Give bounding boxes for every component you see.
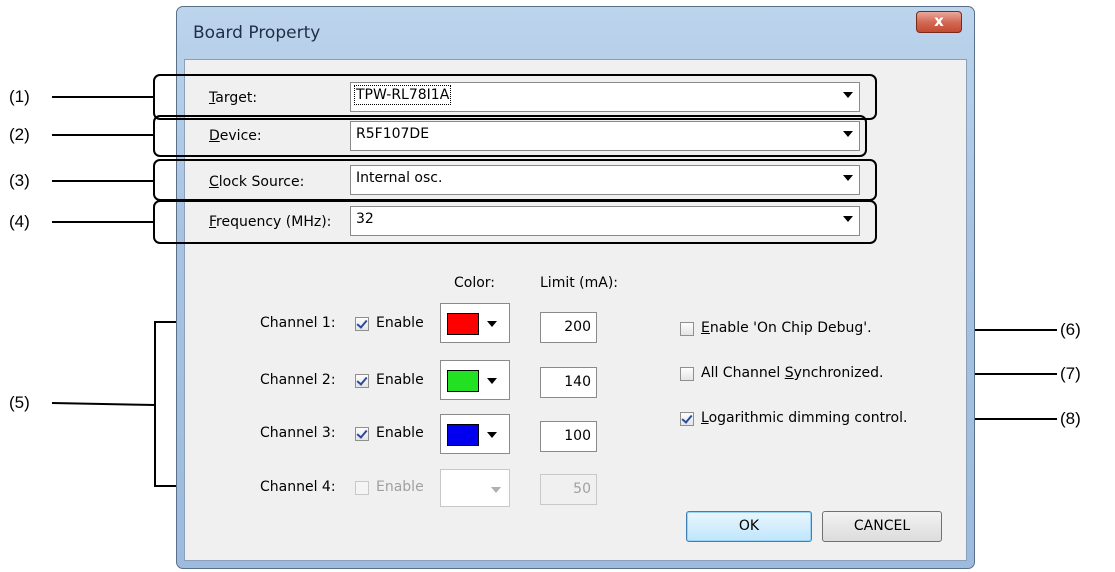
ok-button[interactable]: OK <box>686 511 812 542</box>
close-button[interactable]: x <box>916 11 962 33</box>
chevron-down-icon <box>487 321 497 327</box>
on-chip-debug-checkbox[interactable] <box>680 322 694 336</box>
callout-8: (8) <box>1060 409 1081 428</box>
callout-4: (4) <box>9 212 30 231</box>
channel-1-enable-label: Enable <box>376 315 424 331</box>
log-dimming-checkbox[interactable] <box>680 412 694 426</box>
chevron-down-icon <box>487 432 497 438</box>
channel-3-enable-label: Enable <box>376 425 424 441</box>
callout-7: (7) <box>1060 364 1081 383</box>
limit-column-header: Limit (mA): <box>540 275 619 291</box>
channel-2-color-picker[interactable] <box>440 360 510 400</box>
callout-frame-4 <box>153 200 877 244</box>
callout-frame-2 <box>153 115 867 157</box>
callout-line-5 <box>51 402 156 406</box>
callout-1: (1) <box>9 87 30 106</box>
channel-2-limit-input[interactable]: 140 <box>540 367 597 398</box>
channel-4-enable-checkbox[interactable] <box>355 481 369 495</box>
sync-accelerator: S <box>784 365 794 381</box>
chevron-down-icon <box>487 378 497 384</box>
close-icon: x <box>934 12 944 30</box>
channel-1-label: Channel 1: <box>260 315 336 331</box>
all-channel-sync-checkbox[interactable] <box>680 367 694 381</box>
debug-label-text: nable 'On Chip Debug'. <box>709 320 872 336</box>
channel-3-color-picker[interactable] <box>440 414 510 454</box>
channel-3-enable-checkbox[interactable] <box>355 427 369 441</box>
debug-accelerator: E <box>701 320 710 336</box>
callout-frame-1 <box>153 74 877 120</box>
sync-label-text: ynchronized. <box>793 365 884 381</box>
on-chip-debug-label: Enable 'On Chip Debug'. <box>701 320 872 336</box>
cancel-button[interactable]: CANCEL <box>822 511 942 542</box>
channel-3-limit-input[interactable]: 100 <box>540 421 597 452</box>
channel-4-label: Channel 4: <box>260 479 336 495</box>
dialog-title: Board Property <box>193 23 321 43</box>
channel-2-enable-label: Enable <box>376 372 424 388</box>
channel-4-enable-label: Enable <box>376 479 424 495</box>
channel-1-enable-checkbox[interactable] <box>355 317 369 331</box>
callout-frame-3 <box>153 159 877 201</box>
channel-3-label: Channel 3: <box>260 425 336 441</box>
channel-4-color-picker[interactable] <box>440 469 510 507</box>
channel-2-label: Channel 2: <box>260 372 336 388</box>
callout-2: (2) <box>9 125 30 144</box>
channel-3-color-swatch <box>447 424 479 446</box>
callout-3: (3) <box>9 171 30 190</box>
color-column-header: Color: <box>454 275 496 291</box>
channel-1-limit-input[interactable]: 200 <box>540 312 597 343</box>
channel-4-limit-input[interactable]: 50 <box>540 474 597 505</box>
log-accelerator: L <box>701 410 709 426</box>
channel-1-color-swatch <box>447 313 479 335</box>
all-channel-sync-label: All Channel Synchronized. <box>701 365 883 381</box>
callout-5: (5) <box>9 393 30 412</box>
log-label-text: ogarithmic dimming control. <box>708 410 908 426</box>
callout-6: (6) <box>1060 320 1081 339</box>
channel-2-enable-checkbox[interactable] <box>355 374 369 388</box>
channel-2-color-swatch <box>447 370 479 392</box>
channel-1-color-picker[interactable] <box>440 303 510 343</box>
log-dimming-label: Logarithmic dimming control. <box>701 410 907 426</box>
sync-label-prefix: All Channel <box>701 365 785 381</box>
chevron-down-icon <box>491 487 501 493</box>
